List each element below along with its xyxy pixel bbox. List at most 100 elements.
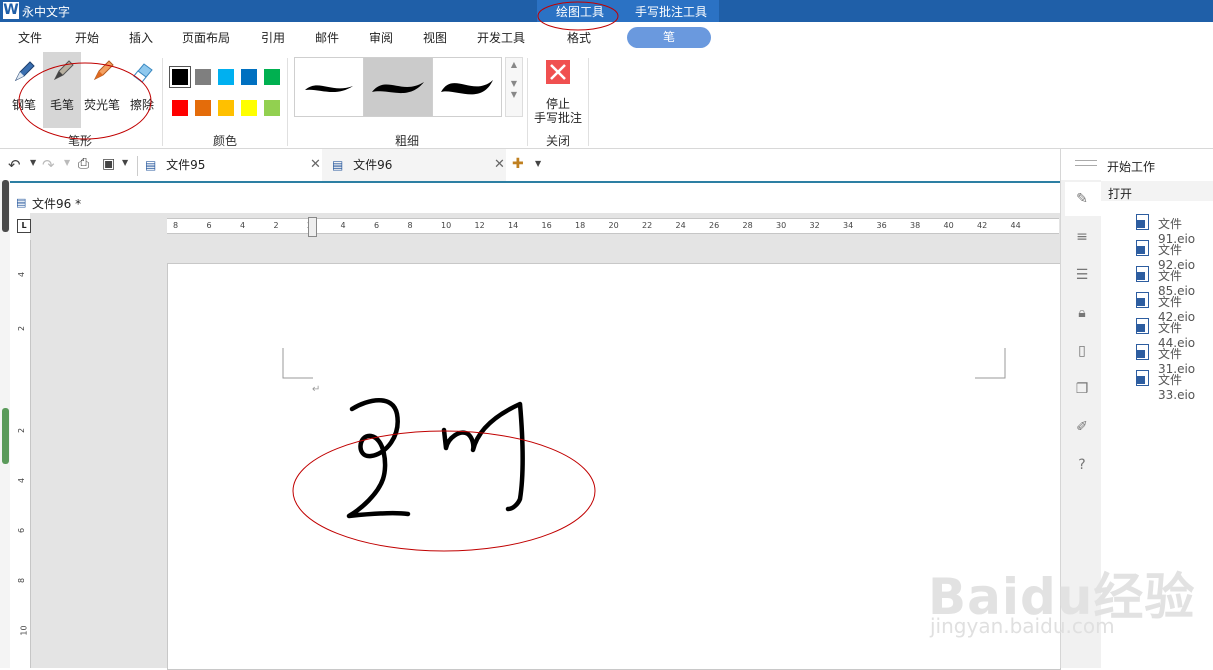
- menu-format[interactable]: 格式: [567, 29, 591, 46]
- horizontal-ruler[interactable]: 8642246810121416182022242628303234363840…: [167, 217, 1059, 237]
- context-tab-drawing-tools[interactable]: 绘图工具: [537, 0, 623, 22]
- menu-references[interactable]: 引用: [261, 29, 285, 46]
- margin-corner-tl: [282, 348, 313, 379]
- print-preview-icon[interactable]: ⎙: [78, 156, 89, 172]
- ribbon-divider: [588, 58, 589, 146]
- menu-home[interactable]: 开始: [75, 29, 99, 46]
- stop-annotation-button[interactable]: 停止 手写批注: [533, 52, 583, 128]
- scroll-down-icon[interactable]: ▼: [506, 79, 522, 88]
- indent-marker[interactable]: [308, 217, 317, 237]
- ruler-tick-label: 2: [273, 221, 279, 230]
- ruler-tick-label: 6: [206, 221, 212, 230]
- ruler-tick-label: 10: [441, 221, 452, 230]
- redo-dropdown-icon[interactable]: ▼: [64, 158, 70, 167]
- context-tab-ink-tools[interactable]: 手写批注工具: [623, 0, 719, 22]
- color-swatch[interactable]: [218, 100, 234, 116]
- ink-drawing-canvas: ↵: [282, 348, 1006, 552]
- recent-file-item[interactable]: 文件33.eio: [1158, 371, 1213, 402]
- pen-fountain-button[interactable]: 钢笔: [5, 52, 43, 128]
- close-group-label: 关闭: [545, 134, 570, 148]
- scroll-up-icon[interactable]: ▲: [506, 60, 522, 69]
- menu-insert[interactable]: 插入: [129, 29, 153, 46]
- pen-panel-icon[interactable]: ✎: [1073, 190, 1091, 208]
- color-swatch[interactable]: [195, 69, 211, 85]
- menu-developer[interactable]: 开发工具: [477, 29, 525, 46]
- menu-mailings[interactable]: 邮件: [315, 29, 339, 46]
- file-icon: [1136, 370, 1149, 386]
- ruler-tick-label: 30: [776, 221, 787, 230]
- vertical-ruler[interactable]: 4 2 2 4 6 8 10: [16, 240, 31, 668]
- tab-stop-selector-icon[interactable]: L: [17, 219, 31, 233]
- color-swatch[interactable]: [241, 69, 257, 85]
- highlighter-icon: [93, 60, 114, 81]
- customize-dropdown-icon[interactable]: ▼: [122, 158, 128, 167]
- eraser-button[interactable]: 擦除: [123, 52, 161, 128]
- file-icon: [1136, 266, 1149, 282]
- menu-view[interactable]: 视图: [423, 29, 447, 46]
- undo-icon[interactable]: ↶: [8, 156, 21, 174]
- color-swatch[interactable]: [264, 100, 280, 116]
- thickness-medium[interactable]: [363, 57, 433, 117]
- toolbar-divider: [137, 156, 138, 176]
- color-swatch[interactable]: [241, 100, 257, 116]
- color-swatch[interactable]: [169, 66, 191, 88]
- pen-brush-label: 毛笔: [49, 98, 74, 112]
- color-swatch[interactable]: [195, 100, 211, 116]
- stroke-thin-icon: [305, 85, 353, 93]
- eraser-icon: [133, 63, 153, 83]
- save-icon[interactable]: ▣: [102, 156, 115, 172]
- menu-review[interactable]: 审阅: [369, 29, 393, 46]
- stop-label-2: 手写批注: [533, 111, 582, 125]
- thickness-thick[interactable]: [432, 57, 502, 117]
- menu-file[interactable]: 文件: [18, 29, 42, 46]
- structure-icon[interactable]: ☰: [1073, 266, 1091, 284]
- new-doc-dropdown-icon[interactable]: ▼: [535, 159, 541, 168]
- left-handle[interactable]: [2, 180, 9, 232]
- panel-header: 开始工作: [1107, 160, 1156, 174]
- panel-grip: [1075, 165, 1097, 166]
- undo-dropdown-icon[interactable]: ▼: [30, 158, 36, 167]
- doc-file-icon: ▤: [145, 158, 157, 172]
- doc-tab-1[interactable]: ▤ 文件95 ✕: [145, 149, 321, 181]
- settings-sliders-icon[interactable]: ≡: [1073, 228, 1091, 246]
- edit-icon[interactable]: ✐: [1073, 418, 1091, 436]
- color-swatch[interactable]: [264, 69, 280, 85]
- doc-file-icon: ▤: [332, 158, 344, 172]
- close-tab-icon[interactable]: ✕: [310, 149, 321, 181]
- help-icon[interactable]: ?: [1073, 456, 1091, 474]
- expand-icon[interactable]: ▼: [506, 90, 522, 99]
- ruler-tick-label: 8: [407, 221, 413, 230]
- color-group-label: 颜色: [212, 134, 237, 148]
- document-page[interactable]: ↵: [167, 263, 1061, 670]
- doc-tab-2[interactable]: ▤ 文件96 ✕: [322, 149, 506, 183]
- thickness-thin[interactable]: [294, 57, 364, 117]
- thickness-group-label: 粗细: [394, 134, 419, 148]
- clipboard-icon[interactable]: ▯: [1073, 342, 1091, 360]
- panel-grip: [1075, 160, 1097, 161]
- ribbon-divider: [287, 58, 288, 146]
- app-title: 永中文字: [22, 5, 71, 19]
- paragraph-mark: ↵: [312, 384, 320, 395]
- open-label: 打开: [1108, 187, 1133, 201]
- doc-tab-1-label: 文件95: [166, 158, 206, 172]
- close-tab-icon[interactable]: ✕: [494, 149, 505, 181]
- thickness-scrollbar[interactable]: ▲ ▼ ▼: [505, 57, 523, 117]
- color-swatch[interactable]: [172, 100, 188, 116]
- pen-brush-button[interactable]: 毛笔: [43, 52, 81, 128]
- file-icon: [1136, 214, 1149, 230]
- pen-highlighter-button[interactable]: 荧光笔: [81, 52, 123, 128]
- copy-icon[interactable]: ❐: [1073, 380, 1091, 398]
- tab-pen[interactable]: 笔: [627, 27, 711, 48]
- left-scroll-handle[interactable]: [2, 408, 9, 464]
- document-title: 文件96 *: [32, 197, 82, 211]
- eraser-label: 擦除: [129, 98, 154, 112]
- ruler-tick-label: 2: [17, 325, 27, 332]
- color-swatch[interactable]: [218, 69, 234, 85]
- margin-corner-tr: [975, 348, 1006, 379]
- redo-icon[interactable]: ↷: [42, 156, 55, 174]
- lock-icon[interactable]: 🔒︎: [1073, 304, 1091, 322]
- ruler-tick-label: 8: [17, 577, 27, 584]
- new-doc-icon[interactable]: ✚: [512, 156, 524, 172]
- ruler-tick-label: 4: [340, 221, 346, 230]
- menu-layout[interactable]: 页面布局: [182, 29, 230, 46]
